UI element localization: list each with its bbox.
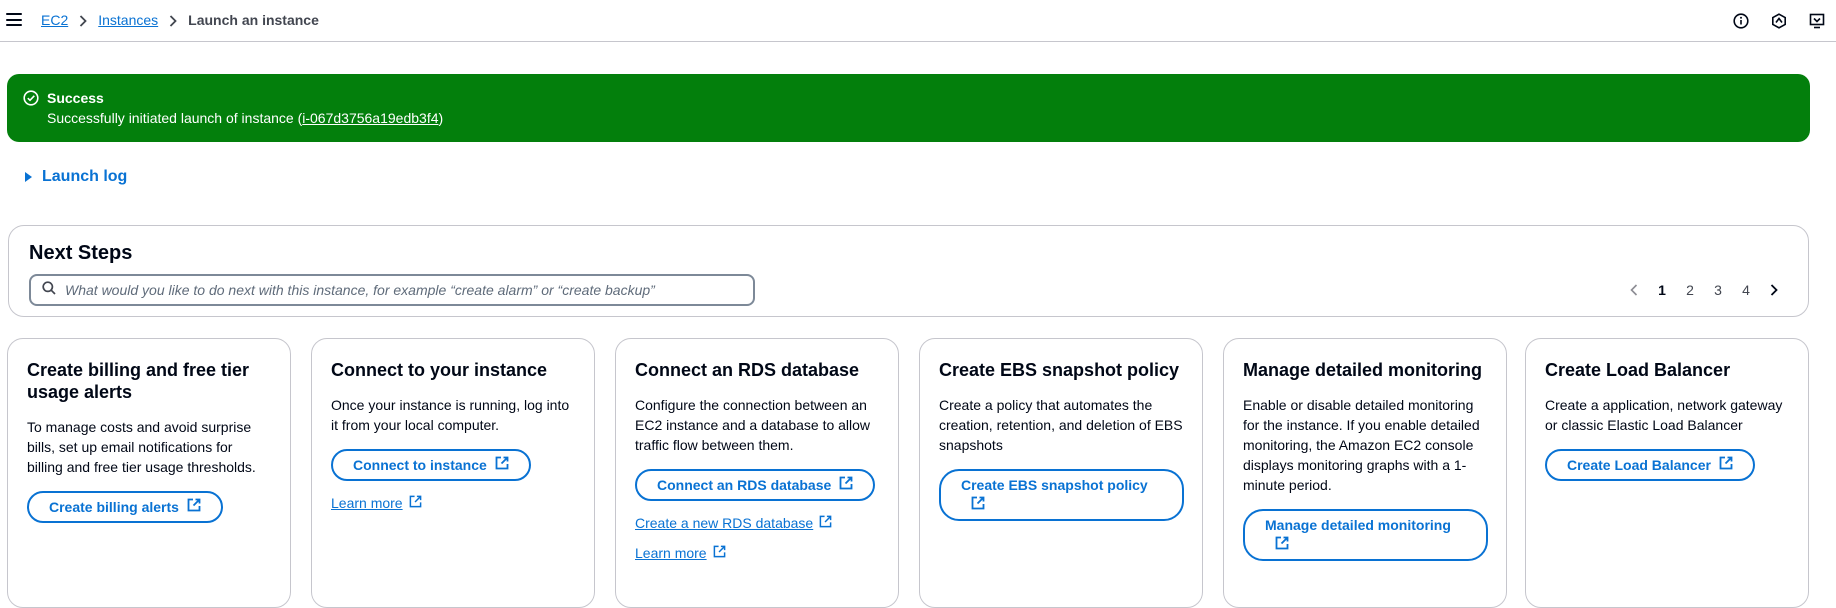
external-link-icon bbox=[1719, 456, 1733, 474]
card-load-balancer: Create Load Balancer Create a applicatio… bbox=[1525, 338, 1809, 608]
link-label: Create a new RDS database bbox=[635, 515, 814, 531]
card-title: Manage detailed monitoring bbox=[1243, 360, 1483, 380]
external-link-icon bbox=[409, 495, 422, 511]
info-icon[interactable] bbox=[1722, 11, 1760, 31]
link-label: Learn more bbox=[331, 495, 403, 511]
external-link-icon bbox=[819, 515, 832, 531]
learn-more-link[interactable]: Learn more bbox=[331, 495, 422, 511]
top-navigation: EC2 Instances Launch an instance bbox=[0, 0, 1836, 42]
breadcrumb: EC2 Instances Launch an instance bbox=[41, 12, 319, 28]
next-steps-title: Next Steps bbox=[29, 242, 133, 264]
launch-log-expander[interactable]: Launch log bbox=[25, 168, 127, 186]
card-description: To manage costs and avoid surprise bills… bbox=[27, 419, 256, 475]
menu-icon[interactable] bbox=[6, 13, 22, 27]
card-title: Create Load Balancer bbox=[1545, 360, 1731, 380]
card-description: Configure the connection between an EC2 … bbox=[635, 397, 871, 453]
card-ebs-snapshot-policy: Create EBS snapshot policy Create a poli… bbox=[919, 338, 1203, 608]
card-title: Connect to your instance bbox=[331, 360, 548, 380]
launch-log-label: Launch log bbox=[42, 168, 128, 185]
success-check-icon bbox=[23, 90, 39, 111]
flash-message-suffix: ) bbox=[438, 110, 444, 126]
next-steps-panel: Next Steps 1 2 3 4 bbox=[8, 225, 1809, 317]
card-title: Create billing and free tier usage alert… bbox=[27, 360, 250, 402]
card-title: Connect an RDS database bbox=[635, 360, 860, 380]
feedback-icon[interactable] bbox=[1798, 11, 1836, 31]
button-label: Create EBS snapshot policy bbox=[961, 477, 1148, 493]
caret-right-icon bbox=[25, 172, 32, 182]
search-input[interactable] bbox=[65, 282, 753, 298]
next-steps-cards: Create billing and free tier usage alert… bbox=[7, 338, 1810, 608]
button-label: Create Load Balancer bbox=[1567, 457, 1711, 473]
page-2[interactable]: 2 bbox=[1676, 282, 1704, 298]
search-icon bbox=[42, 280, 56, 300]
flash-header: Success bbox=[47, 90, 104, 106]
flash-message: Successfully initiated launch of instanc… bbox=[47, 110, 443, 126]
card-billing-alerts: Create billing and free tier usage alert… bbox=[7, 338, 291, 608]
page-1[interactable]: 1 bbox=[1648, 282, 1676, 298]
external-link-icon bbox=[187, 498, 201, 516]
pagination: 1 2 3 4 bbox=[1620, 280, 1788, 300]
button-label: Manage detailed monitoring bbox=[1265, 517, 1451, 533]
breadcrumb-ec2[interactable]: EC2 bbox=[41, 12, 68, 28]
external-link-icon bbox=[713, 545, 726, 561]
utility-icons bbox=[1722, 11, 1836, 31]
connect-to-instance-button[interactable]: Connect to instance bbox=[331, 449, 531, 481]
card-description: Create a application, network gateway or… bbox=[1545, 397, 1783, 433]
external-link-icon bbox=[1275, 536, 1289, 554]
card-detailed-monitoring: Manage detailed monitoring Enable or dis… bbox=[1223, 338, 1507, 608]
page-3[interactable]: 3 bbox=[1704, 282, 1732, 298]
create-load-balancer-button[interactable]: Create Load Balancer bbox=[1545, 449, 1755, 481]
card-connect-instance: Connect to your instance Once your insta… bbox=[311, 338, 595, 608]
card-description: Create a policy that automates the creat… bbox=[939, 397, 1183, 453]
notifications-icon[interactable] bbox=[1760, 11, 1798, 31]
button-label: Connect an RDS database bbox=[657, 477, 832, 493]
card-description: Enable or disable detailed monitoring fo… bbox=[1243, 397, 1480, 493]
breadcrumb-instances[interactable]: Instances bbox=[98, 12, 158, 28]
page-4[interactable]: 4 bbox=[1732, 282, 1760, 298]
flash-message-prefix: Successfully initiated launch of instanc… bbox=[47, 110, 303, 126]
connect-rds-database-button[interactable]: Connect an RDS database bbox=[635, 469, 876, 501]
success-flashbar: Success Successfully initiated launch of… bbox=[7, 74, 1810, 142]
breadcrumb-current: Launch an instance bbox=[188, 12, 319, 28]
card-title: Create EBS snapshot policy bbox=[939, 360, 1180, 380]
manage-detailed-monitoring-button[interactable]: Manage detailed monitoring bbox=[1243, 509, 1488, 561]
external-link-icon bbox=[495, 456, 509, 474]
external-link-icon bbox=[839, 476, 853, 494]
card-connect-rds: Connect an RDS database Configure the co… bbox=[615, 338, 899, 608]
chevron-right-icon bbox=[158, 12, 188, 28]
link-label: Learn more bbox=[635, 545, 707, 561]
create-billing-alerts-button[interactable]: Create billing alerts bbox=[27, 491, 223, 523]
create-ebs-snapshot-policy-button[interactable]: Create EBS snapshot policy bbox=[939, 469, 1184, 521]
create-rds-database-link[interactable]: Create a new RDS database bbox=[635, 515, 832, 531]
card-description: Once your instance is running, log into … bbox=[331, 397, 570, 433]
button-label: Create billing alerts bbox=[49, 499, 179, 515]
learn-more-link[interactable]: Learn more bbox=[635, 545, 726, 561]
instance-id-link[interactable]: i-067d3756a19edb3f4 bbox=[302, 110, 438, 126]
button-label: Connect to instance bbox=[353, 457, 487, 473]
chevron-left-icon[interactable] bbox=[1620, 280, 1648, 300]
chevron-right-icon bbox=[68, 12, 98, 28]
next-steps-search bbox=[29, 274, 755, 306]
external-link-icon bbox=[971, 496, 985, 514]
chevron-right-icon[interactable] bbox=[1760, 280, 1788, 300]
